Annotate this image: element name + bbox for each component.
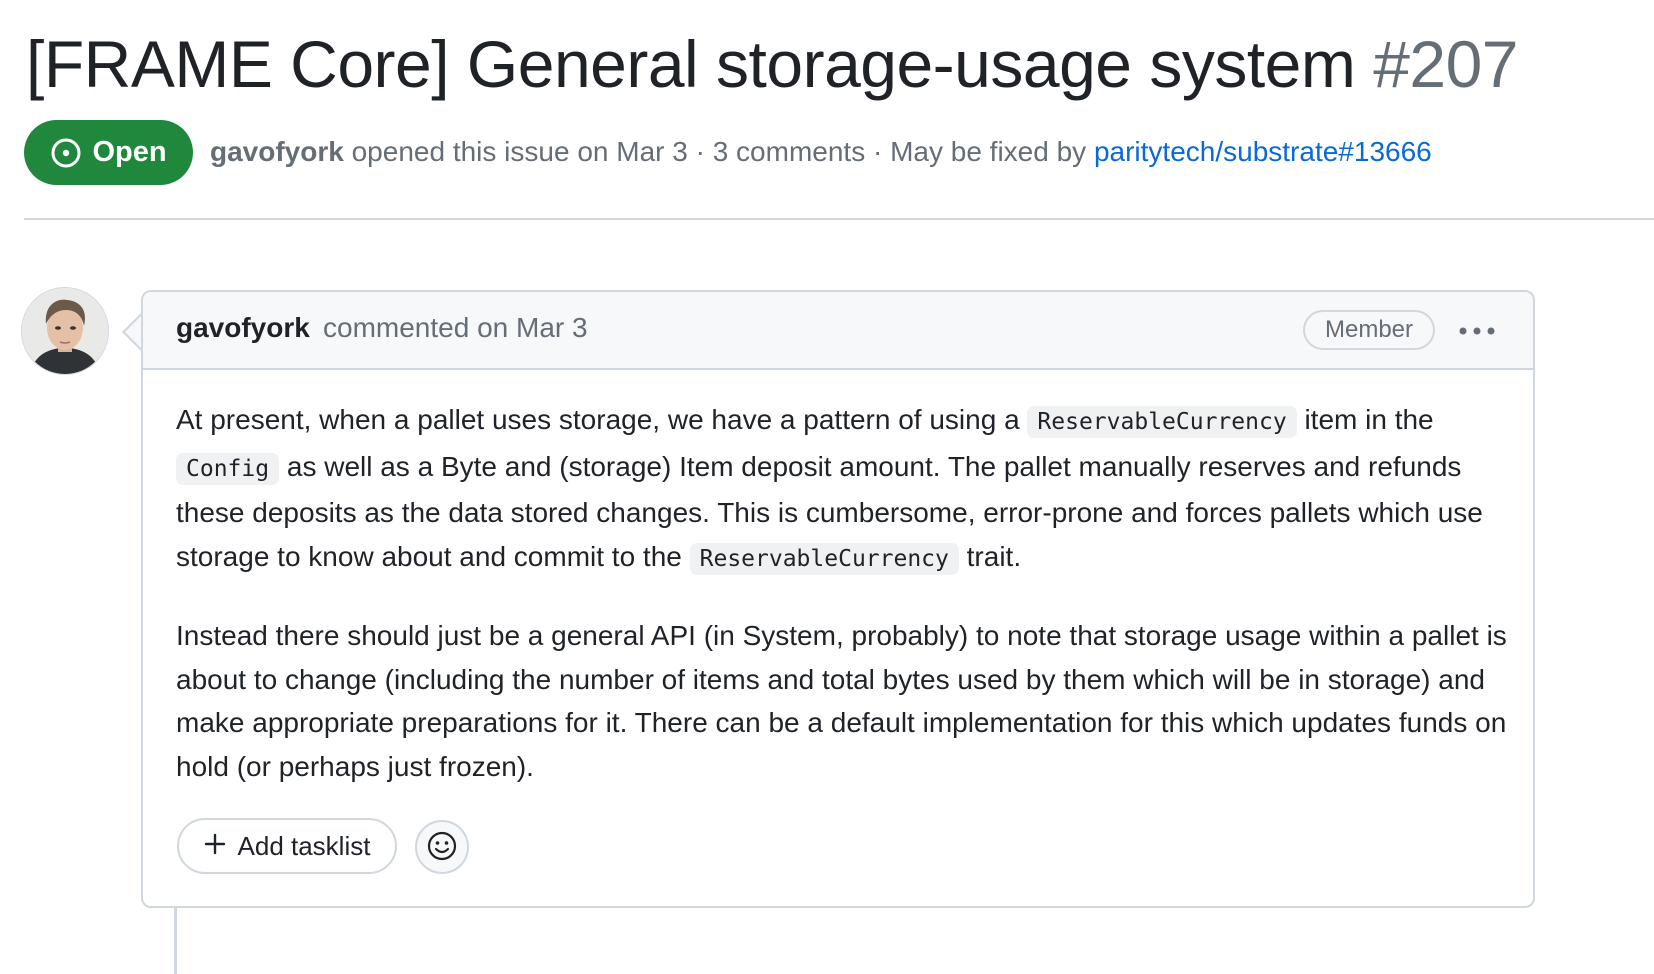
add-reaction-button[interactable] (415, 820, 469, 874)
inline-code: Config (176, 452, 280, 485)
comment-text: item in the (1296, 404, 1434, 435)
comment-author-avatar[interactable] (22, 288, 108, 374)
issue-state-badge: Open (24, 120, 193, 185)
comment-timestamp[interactable]: commented on Mar 3 (323, 312, 588, 344)
comment-paragraph-1: At present, when a pallet uses storage, … (176, 398, 1516, 581)
header-divider (24, 218, 1654, 220)
kebab-horizontal-icon[interactable] (1451, 314, 1503, 348)
plus-icon (204, 831, 226, 862)
add-tasklist-button[interactable]: Add tasklist (177, 818, 397, 874)
issue-opened-icon (50, 137, 82, 169)
timeline-line (174, 908, 177, 974)
issue-title: [FRAME Core] General storage-usage syste… (26, 22, 1519, 106)
issue-state-label: Open (92, 136, 167, 168)
add-tasklist-label: Add tasklist (237, 830, 371, 861)
issue-title-text: [FRAME Core] General storage-usage syste… (26, 27, 1356, 101)
inline-code: ReservableCurrency (689, 542, 959, 575)
issue-number: #207 (1373, 27, 1519, 101)
comment-author-link[interactable]: gavofyork (176, 312, 310, 344)
issue-comment: gavofyork commented on Mar 3 Member At p… (141, 290, 1535, 908)
issue-meta: gavofyork opened this issue on Mar 3 · 3… (210, 132, 1432, 172)
comment-text: trait. (958, 540, 1022, 572)
issue-meta-text: opened this issue on Mar 3 · 3 comments … (343, 136, 1094, 167)
comment-header: gavofyork commented on Mar 3 Member (143, 292, 1533, 370)
comment-paragraph-2: Instead there should just be a general A… (176, 620, 1507, 782)
smiley-icon (426, 830, 458, 865)
comment-body: At present, when a pallet uses storage, … (176, 398, 1516, 821)
inline-code: ReservableCurrency (1027, 406, 1297, 438)
comment-text: At present, when a pallet uses storage, … (176, 404, 1028, 435)
linked-pr-link[interactable]: paritytech/substrate#13666 (1094, 136, 1432, 167)
issue-author-link[interactable]: gavofyork (210, 136, 344, 167)
member-badge: Member (1303, 310, 1435, 350)
